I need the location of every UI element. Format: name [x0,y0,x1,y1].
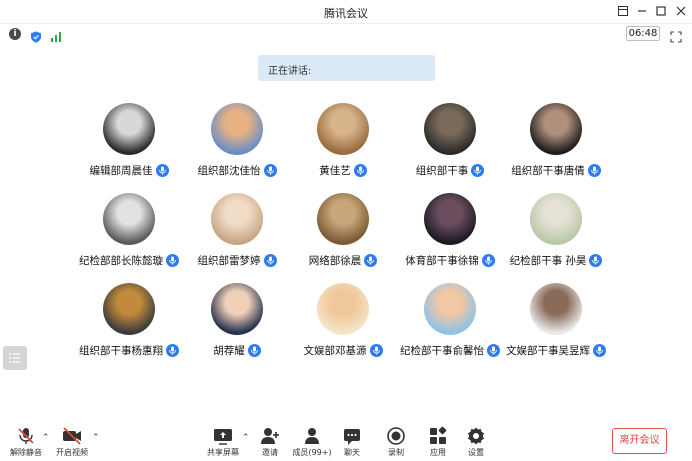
record-button[interactable]: 录制 [382,420,410,461]
info-icon[interactable]: i [9,28,21,40]
muted-mic-icon [15,426,37,446]
mic-icon [587,164,601,177]
unmute-button[interactable]: 解除静音 [6,420,46,461]
close-icon[interactable] [673,4,689,20]
chevron-up-icon[interactable]: ⌃ [242,433,250,443]
gear-icon [465,426,487,446]
invite-button[interactable]: 邀请 [254,420,286,461]
avatar [424,193,476,245]
meeting-toolbar: 解除静音 ⌃ 开启视频 ⌃ 共享屏幕 ⌃ 邀请 成员(99+) 聊天 录制 应用… [0,420,692,461]
participant-name: 文娱部干事吴昱辉 [506,345,590,357]
chat-icon [341,426,363,446]
avatar [530,193,582,245]
shield-icon[interactable] [30,28,42,43]
record-label: 录制 [388,448,404,457]
avatar [424,103,476,155]
start-video-label: 开启视频 [56,448,88,457]
mic-icon [364,254,378,267]
participant-name: 体育部干事徐锦 [405,255,479,267]
avatar [317,193,369,245]
participant-name: 纪检部干事 孙昊 [509,255,587,267]
participant-list-toggle[interactable] [3,346,27,370]
speaking-indicator: 正在讲话: [258,55,435,81]
fullscreen-icon[interactable] [670,28,682,43]
participant-tile[interactable]: 文娱部干事吴昱辉 [491,283,621,363]
participant-name: 编辑部周晨佳 [89,165,153,177]
start-video-button[interactable]: 开启视频 [52,420,92,461]
participant-name: 纪检部干事俞馨怡 [400,345,484,357]
avatar [103,103,155,155]
mic-icon [369,344,383,357]
apps-icon [427,426,449,446]
avatar [103,283,155,335]
participant-name: 组织部沈佳怡 [197,165,261,177]
avatar [530,283,582,335]
chat-label: 聊天 [344,448,360,457]
avatar [103,193,155,245]
maximize-icon[interactable] [653,4,669,20]
meeting-timer: 06:48 [626,26,660,41]
participant-name: 黄佳艺 [319,165,351,177]
participant-name: 组织部干事 [415,165,469,177]
members-label: 成员(99+) [292,448,332,457]
mic-icon [593,344,606,357]
apps-button[interactable]: 应用 [424,420,452,461]
avatar [317,283,369,335]
title-bar: 腾讯会议 [0,0,692,24]
status-bar: i 06:48 [0,25,692,43]
pin-icon[interactable] [615,4,631,20]
participant-name: 胡荐耀 [213,345,245,357]
avatar [211,283,263,335]
avatar [424,283,476,335]
mic-icon [263,164,277,177]
members-button[interactable]: 成员(99+) [290,420,334,461]
share-screen-label: 共享屏幕 [207,448,239,457]
list-icon [9,353,20,363]
record-icon [385,426,407,446]
video-off-icon [61,426,83,446]
participant-tile[interactable]: 组织部干事唐倩 [491,103,621,183]
participant-name: 组织部干事唐倩 [511,165,585,177]
signal-icon[interactable] [50,28,62,42]
leave-meeting-button[interactable]: 离开会议 [612,428,667,454]
share-screen-button[interactable]: 共享屏幕 [204,420,242,461]
apps-label: 应用 [430,448,446,457]
avatar [211,103,263,155]
participant-name: 网络部徐晨 [308,255,362,267]
settings-label: 设置 [468,448,484,457]
participant-name: 文娱部邓基源 [303,345,367,357]
mic-icon [263,254,277,267]
participant-name: 组织部雷梦婷 [197,255,261,267]
mic-icon [471,164,485,177]
participant-name: 纪检部部长陈懿璇 [79,255,163,267]
participant-name: 组织部干事杨惠翔 [79,345,163,357]
chevron-up-icon[interactable]: ⌃ [42,433,50,443]
share-screen-icon [212,426,234,446]
window-title: 腾讯会议 [324,7,368,20]
participant-tile[interactable]: 纪检部干事 孙昊 [491,193,621,273]
avatar [211,193,263,245]
unmute-label: 解除静音 [10,448,42,457]
minimize-icon[interactable] [634,4,650,20]
invite-label: 邀请 [262,448,278,457]
chat-button[interactable]: 聊天 [338,420,366,461]
invite-icon [259,426,281,446]
chevron-up-icon[interactable]: ⌃ [92,433,100,443]
mic-icon [247,344,261,357]
mic-icon [589,254,603,267]
members-icon [301,426,323,446]
avatar [317,103,369,155]
settings-button[interactable]: 设置 [462,420,490,461]
mic-icon [353,164,367,177]
avatar [530,103,582,155]
mic-icon [155,164,169,177]
